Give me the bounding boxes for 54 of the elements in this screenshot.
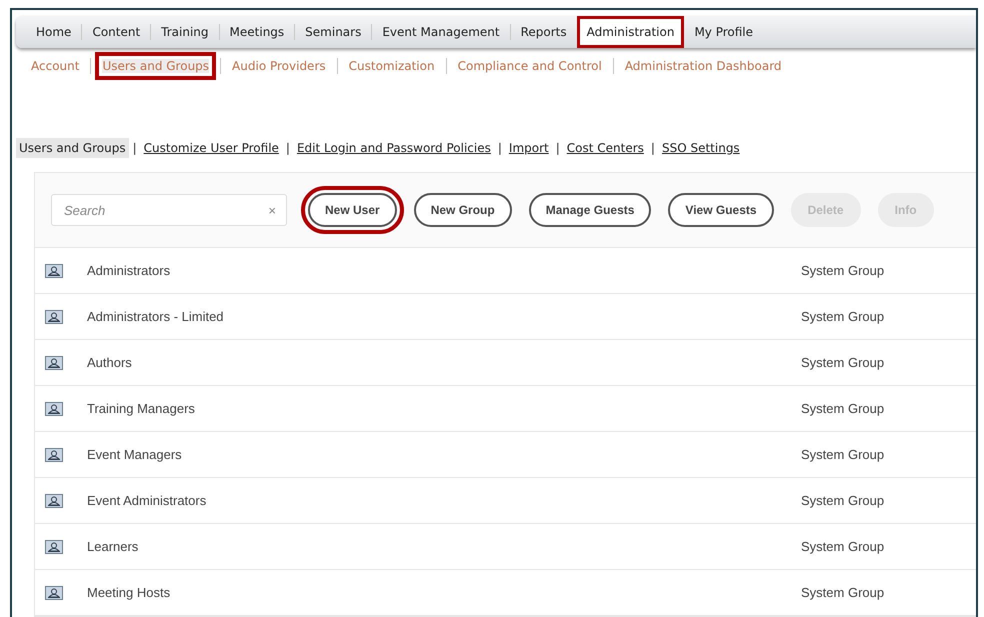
group-icon bbox=[45, 540, 63, 554]
group-name: Authors bbox=[87, 355, 133, 370]
section-link[interactable]: Users and Groups bbox=[16, 138, 129, 158]
group-type: System Group bbox=[801, 493, 884, 508]
group-name: Training Managers bbox=[87, 401, 196, 416]
sub-nav-tab[interactable]: Account bbox=[24, 52, 86, 80]
group-type: System Group bbox=[801, 539, 884, 554]
group-icon bbox=[45, 264, 63, 278]
group-icon bbox=[45, 494, 63, 508]
group-name: Administrators - Limited bbox=[87, 309, 225, 324]
group-icon bbox=[45, 310, 63, 324]
nav-tab[interactable]: My Profile bbox=[684, 16, 764, 48]
sub-nav-tab[interactable]: Customization bbox=[342, 52, 442, 80]
clear-button[interactable]: × bbox=[268, 202, 276, 218]
toolbar-button[interactable]: View Guests bbox=[668, 193, 774, 227]
sub-nav-tab[interactable]: Compliance and Control bbox=[450, 52, 609, 80]
section-link[interactable]: Import bbox=[506, 138, 552, 158]
nav-tab[interactable]: Meetings bbox=[220, 16, 294, 48]
nav-tab[interactable]: Reports bbox=[510, 16, 577, 48]
group-name: Event Administrators bbox=[87, 493, 208, 508]
separator: | bbox=[556, 141, 560, 155]
group-name: Administrators bbox=[87, 263, 172, 278]
section-link[interactable]: SSO Settings bbox=[658, 138, 743, 158]
section-link[interactable]: Customize User Profile bbox=[140, 138, 282, 158]
group-type: System Group bbox=[801, 263, 884, 278]
nav-tab[interactable]: Event Management bbox=[372, 16, 510, 48]
nav-tab[interactable]: Training bbox=[151, 16, 219, 48]
section-link[interactable]: Edit Login and Password Policies bbox=[294, 138, 494, 158]
sub-nav-tab[interactable]: Administration Dashboard bbox=[618, 52, 789, 80]
section-link[interactable]: Cost Centers bbox=[564, 138, 647, 158]
group-name: Event Managers bbox=[87, 447, 183, 462]
nav-tab[interactable]: Content bbox=[82, 16, 150, 48]
separator: | bbox=[498, 141, 502, 155]
search-field[interactable]: Search × bbox=[51, 194, 287, 226]
toolbar-button[interactable]: New Group bbox=[414, 193, 512, 227]
nav-tab[interactable]: Home bbox=[26, 16, 82, 48]
sub-nav-tab[interactable]: Audio Providers bbox=[225, 52, 333, 80]
nav-tab[interactable]: Seminars bbox=[295, 16, 372, 48]
group-icon bbox=[45, 356, 63, 370]
group-type: System Group bbox=[801, 309, 884, 324]
group-icon bbox=[45, 448, 63, 462]
group-name: Meeting Hosts bbox=[87, 585, 172, 600]
group-type: System Group bbox=[801, 447, 884, 462]
group-icon bbox=[45, 402, 63, 416]
group-type: System Group bbox=[801, 401, 884, 416]
toolbar-button[interactable]: Manage Guests bbox=[528, 193, 652, 227]
group-name: Learners bbox=[87, 539, 140, 554]
group-type: System Group bbox=[801, 585, 884, 600]
group-icon bbox=[45, 586, 63, 600]
separator: | bbox=[650, 141, 655, 155]
nav-tab[interactable]: Administration bbox=[576, 16, 684, 48]
separator: | bbox=[132, 141, 137, 155]
separator: | bbox=[286, 141, 290, 155]
group-type: System Group bbox=[801, 355, 884, 370]
